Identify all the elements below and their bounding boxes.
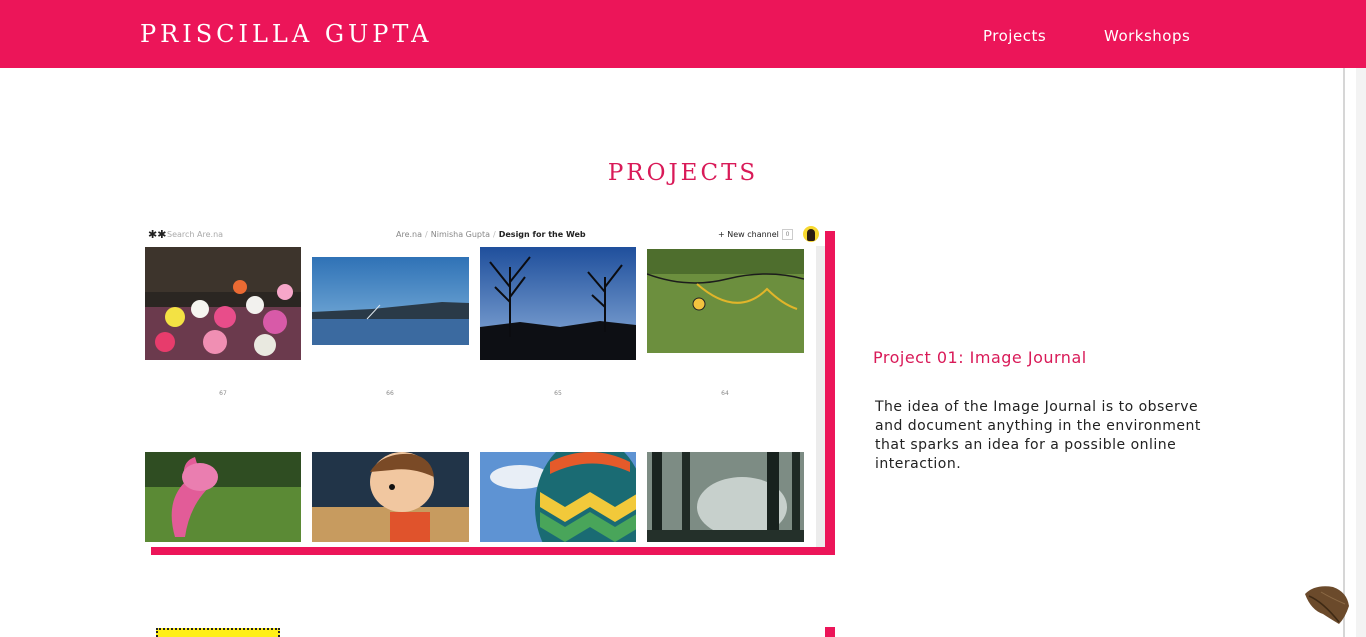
arena-toolbar: ✱✱ Search Are.na Are.na / Nimisha Gupta / De… — [140, 224, 825, 246]
flowers-photo-tile — [145, 247, 301, 360]
arena-breadcrumb: Are.na / Nimisha Gupta / Design for the Web — [396, 230, 586, 239]
new-channel-label: + New channel — [718, 230, 779, 239]
project-preview-image[interactable]: ✱✱ Search Are.na Are.na / Nimisha Gupta / De… — [140, 224, 825, 547]
vertical-scrollbar[interactable] — [1356, 68, 1366, 637]
project-description: The idea of the Image Journal is to obse… — [875, 399, 1201, 472]
trees-silhouette-photo-tile — [480, 247, 636, 360]
section-title: PROJECTS — [607, 160, 759, 186]
nav-link-projects[interactable]: Projects — [983, 27, 1046, 45]
avatar — [803, 226, 819, 242]
site-brand[interactable]: PRISCILLA GUPTA — [140, 20, 432, 48]
hot-air-balloon-photo-tile — [480, 452, 636, 542]
river-photo-tile — [312, 257, 469, 345]
arena-search-placeholder: Search Are.na — [167, 230, 224, 239]
string-lights-photo-tile — [647, 249, 804, 353]
nav-link-workshops[interactable]: Workshops — [1104, 27, 1190, 45]
breadcrumb-item: Are.na — [396, 230, 423, 239]
misty-forest-photo-tile — [647, 452, 804, 542]
next-project-badge — [156, 628, 280, 637]
breadcrumb-item: Design for the Web — [498, 230, 586, 239]
project-title[interactable]: Project 01: Image Journal — [873, 348, 1087, 367]
page-divider-line — [1343, 68, 1345, 637]
toy-figure-photo-tile — [312, 452, 469, 542]
arena-logo-icon: ✱✱ — [148, 228, 167, 241]
block-number: 65 — [554, 390, 562, 397]
block-number: 64 — [721, 390, 729, 397]
block-number: 67 — [219, 390, 227, 397]
preview-scrollbar — [816, 246, 825, 547]
pink-smoke-photo-tile — [145, 452, 301, 542]
block-number: 66 — [386, 390, 394, 397]
next-project-card-accent — [825, 627, 835, 637]
top-navigation-bar: PRISCILLA GUPTA Projects Workshops — [0, 0, 1366, 68]
breadcrumb-item: Nimisha Gupta — [430, 230, 491, 239]
leaf-icon[interactable] — [1301, 584, 1351, 626]
count-badge: 0 — [782, 229, 793, 240]
